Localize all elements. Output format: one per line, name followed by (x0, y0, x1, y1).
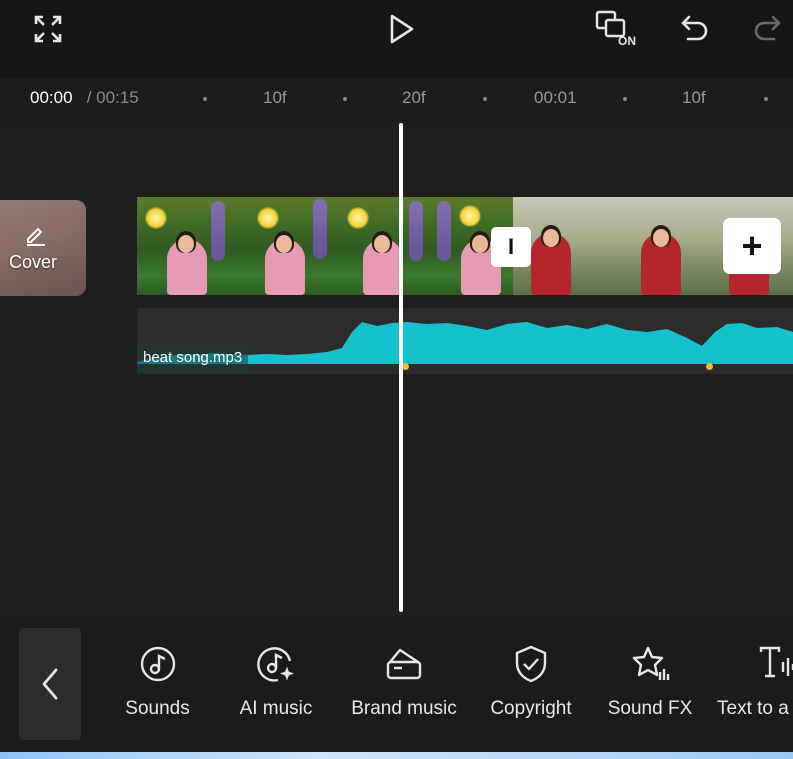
play-icon[interactable] (384, 10, 420, 48)
preview-toggle-icon[interactable]: ON (594, 8, 640, 52)
tool-ai-music[interactable]: AI music (234, 642, 318, 732)
total-time: / 00:15 (82, 88, 139, 107)
video-track[interactable] (137, 197, 793, 295)
tool-sounds[interactable]: Sounds (120, 642, 195, 732)
star-sound-icon (630, 642, 670, 686)
shield-check-icon (511, 642, 551, 686)
tool-label: Copyright (490, 698, 572, 719)
ruler-dot (764, 97, 768, 101)
clip-frame (611, 197, 709, 295)
tool-label: Text to a (717, 698, 789, 719)
text-to-audio-icon (717, 642, 793, 686)
ruler-dot (483, 97, 487, 101)
bottom-toolbar: Sounds AI music Brand music Copyright So… (0, 616, 793, 752)
music-note-icon (138, 642, 178, 686)
redo-icon[interactable] (750, 12, 784, 44)
ai-music-icon (256, 642, 296, 686)
playhead[interactable] (399, 123, 403, 612)
tool-label: AI music (239, 698, 313, 719)
system-bottom-strip (0, 752, 793, 759)
audio-file-name: beat song.mp3 (137, 344, 249, 372)
split-button[interactable]: I (491, 227, 531, 267)
chevron-left-icon (42, 668, 58, 700)
tool-sound-fx[interactable]: Sound FX (602, 642, 698, 732)
undo-icon[interactable] (678, 12, 712, 44)
ruler-tick-label: 20f (402, 88, 426, 107)
tool-brand-music[interactable]: Brand music (343, 642, 465, 732)
top-toolbar: ON (0, 0, 793, 78)
ruler-tick-label: 10f (263, 88, 287, 107)
fullscreen-icon[interactable] (30, 12, 66, 46)
clip-frame (235, 197, 333, 295)
tool-label: Brand music (351, 698, 457, 719)
audio-keyframe[interactable] (706, 363, 713, 370)
audio-track[interactable]: beat song.mp3 (137, 308, 793, 374)
back-button[interactable] (19, 628, 81, 740)
cover-label: Cover (9, 252, 58, 272)
ruler-tick-label: 10f (682, 88, 706, 107)
ruler-dot (203, 97, 207, 101)
cover-thumbnail[interactable]: Cover (0, 200, 86, 296)
timeline-area[interactable]: Cover beat song.mp3 (0, 122, 793, 616)
add-clip-button[interactable]: + (723, 218, 781, 274)
audio-keyframe[interactable] (402, 363, 409, 370)
ruler-dot (623, 97, 627, 101)
ruler-dot (343, 97, 347, 101)
clip-frame (137, 197, 235, 295)
tool-label: Sound FX (607, 698, 693, 719)
tool-text-to-audio[interactable]: Text to a (717, 642, 793, 732)
current-time: 00:00 (30, 88, 73, 107)
tool-label: Sounds (125, 698, 190, 719)
brand-music-icon (384, 642, 424, 686)
ruler-tick-label: 00:01 (534, 88, 577, 107)
time-ruler[interactable]: 00:00 / 00:15 10f 20f 00:01 10f (0, 78, 793, 122)
clip-frame (333, 197, 431, 295)
cover-shade (0, 200, 86, 296)
edit-pencil-icon (27, 227, 45, 246)
tool-copyright[interactable]: Copyright (482, 642, 580, 732)
toggle-badge: ON (618, 34, 636, 48)
